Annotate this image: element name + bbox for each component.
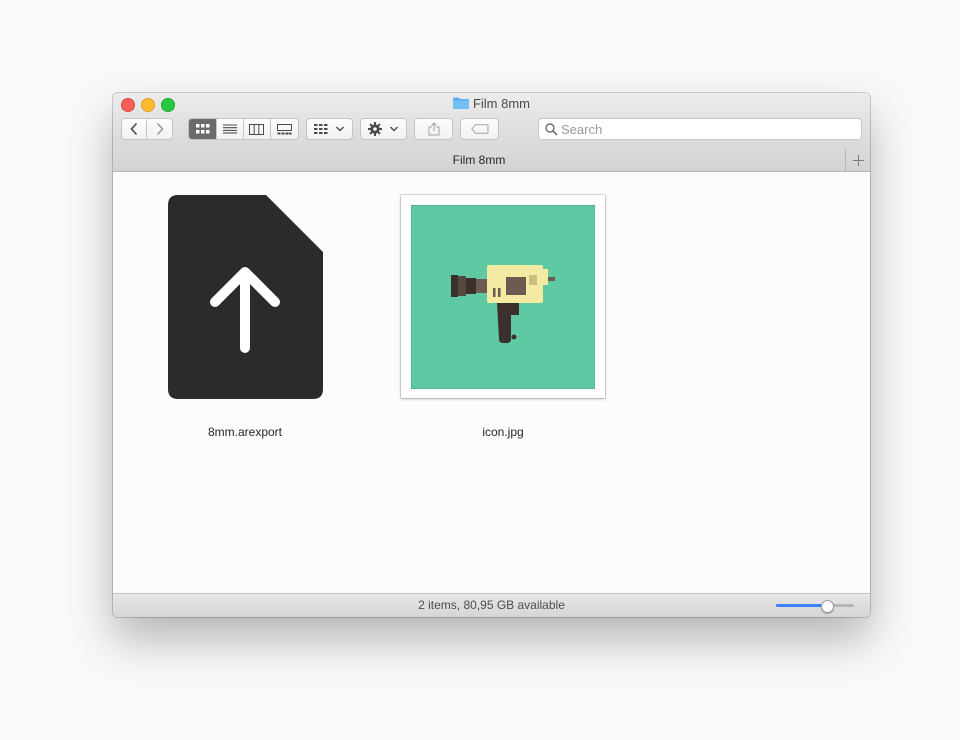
file-item-arexport[interactable] (168, 195, 323, 399)
folder-icon (452, 97, 469, 109)
tab-bar: Film 8mm (113, 149, 870, 172)
list-view-button[interactable] (217, 119, 244, 139)
window-title-area: Film 8mm (113, 96, 870, 112)
arrange-button[interactable] (306, 118, 353, 140)
view-mode-control (188, 118, 299, 140)
tag-icon (470, 124, 488, 134)
nav-buttons (121, 118, 173, 140)
gallery-view-icon (276, 123, 292, 134)
titlebar[interactable]: Film 8mm (113, 93, 870, 150)
status-text: 2 items, 80,95 GB available (418, 598, 565, 612)
file-browser-content[interactable]: 8mm.arexport icon.jpg (113, 172, 870, 593)
search-icon (545, 123, 558, 136)
file-name[interactable]: icon.jpg (413, 425, 593, 439)
share-icon (428, 122, 439, 136)
action-button[interactable] (360, 118, 407, 140)
new-tab-button[interactable] (845, 149, 870, 171)
window-title: Film 8mm (472, 96, 531, 111)
forward-button[interactable] (147, 119, 172, 139)
tag-button[interactable] (460, 118, 499, 140)
file-item-icon-jpg[interactable] (401, 195, 605, 398)
tab-film-8mm[interactable]: Film 8mm (113, 149, 845, 171)
list-view-icon (223, 124, 238, 134)
file-name[interactable]: 8mm.arexport (155, 425, 335, 439)
gallery-view-button[interactable] (271, 119, 298, 139)
chevron-left-icon (130, 122, 138, 136)
status-bar: 2 items, 80,95 GB available (113, 593, 870, 617)
camera-thumbnail (411, 205, 595, 389)
search-input[interactable] (561, 120, 851, 138)
share-button[interactable] (414, 118, 453, 140)
arrange-grid-icon (314, 124, 328, 134)
column-view-button[interactable] (244, 119, 271, 139)
column-view-icon (249, 123, 265, 135)
search-field[interactable] (538, 118, 862, 140)
icon-view-icon (195, 124, 210, 134)
plus-icon (852, 154, 864, 166)
chevron-down-icon (336, 126, 344, 132)
back-button[interactable] (122, 119, 148, 139)
icon-view-button[interactable] (189, 119, 218, 139)
slider-fill (776, 604, 828, 607)
upload-document-icon (168, 195, 323, 399)
chevron-right-icon (156, 122, 164, 136)
icon-size-slider[interactable] (776, 600, 854, 613)
gear-icon (368, 122, 382, 136)
chevron-down-icon (390, 126, 398, 132)
finder-window: Film 8mm Search Film 8mm 8mm.arexport ic… (113, 93, 870, 617)
